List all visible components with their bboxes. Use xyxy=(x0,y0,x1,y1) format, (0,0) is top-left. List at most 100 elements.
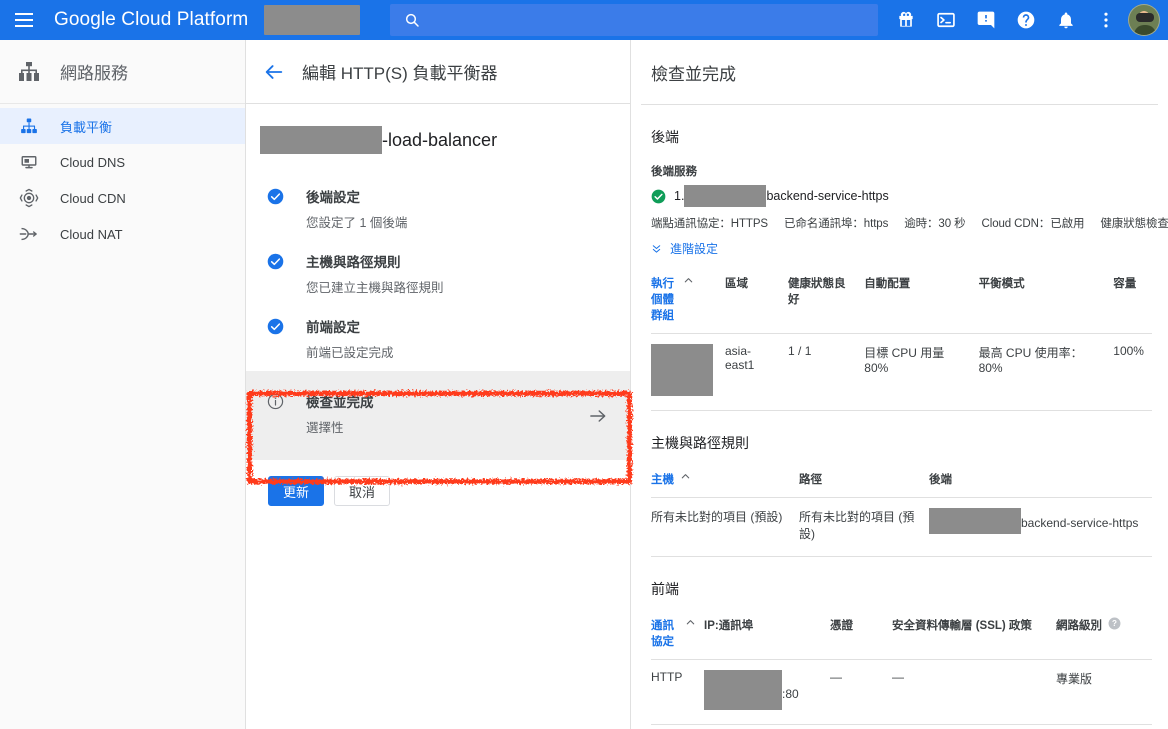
cancel-button[interactable]: 取消 xyxy=(334,476,391,506)
column-header-path[interactable]: 路徑 xyxy=(799,467,929,498)
backend-instance-group-table: 執行個體群組 區域 健康狀態良好 自動配置 平衡模式 容量 asia-east1… xyxy=(651,271,1152,411)
cell-path: 所有未比對的項目 (預設) xyxy=(799,497,929,557)
top-bar-actions xyxy=(886,0,1168,40)
column-header-region[interactable]: 區域 xyxy=(725,271,789,334)
nav-section-title: 網路服務 xyxy=(60,64,128,83)
cell-certificate xyxy=(830,724,892,729)
instance-group-redaction xyxy=(651,344,713,396)
column-header-ip-port[interactable]: IP:通訊埠 xyxy=(704,613,830,660)
nav-section-header: 網路服務 xyxy=(0,40,245,104)
ip-address-redaction xyxy=(704,670,782,710)
table-row: asia-east1 1 / 1 目標 CPU 用量 80% 最高 CPU 使用… xyxy=(651,333,1152,411)
backend-service-name: backend-service-https xyxy=(766,189,889,203)
app-root: Google Cloud Platform 網路服務 負載平衡 Cloud DN… xyxy=(0,0,1168,729)
backend-service-name-redaction xyxy=(684,185,767,207)
column-header-healthy[interactable]: 健康狀態良好 xyxy=(788,271,865,334)
column-header-network-tier[interactable]: 網路級別 ? xyxy=(1056,613,1152,660)
gift-icon[interactable] xyxy=(886,0,926,40)
help-icon[interactable] xyxy=(1006,0,1046,40)
feedback-icon[interactable] xyxy=(966,0,1006,40)
sidebar-item-load-balancing[interactable]: 負載平衡 xyxy=(0,108,245,144)
advanced-settings-label: 進階設定 xyxy=(670,242,719,256)
notifications-icon[interactable] xyxy=(1046,0,1086,40)
frontend-table: 通訊協定 IP:通訊埠 憑證 安全資料傳輸層 (SSL) 政策 網路級別 ? H… xyxy=(651,613,1152,729)
cell-healthy: 1 / 1 xyxy=(788,333,865,411)
step-title: 前端設定 xyxy=(306,320,360,335)
column-header-autoscaling[interactable]: 自動配置 xyxy=(864,271,979,334)
check-circle-icon xyxy=(260,251,290,296)
sort-asc-icon xyxy=(680,471,691,482)
column-header-ssl-policy[interactable]: 安全資料傳輸層 (SSL) 政策 xyxy=(892,613,1056,660)
top-app-bar: Google Cloud Platform xyxy=(0,0,1168,40)
step-subtitle: 您已建立主機與路徑規則 xyxy=(306,281,444,295)
step-subtitle: 前端已設定完成 xyxy=(306,346,394,360)
info-icon xyxy=(260,391,290,436)
step-subtitle: 您設定了 1 個後端 xyxy=(306,216,408,230)
cell-ssl-policy: — xyxy=(892,659,1056,725)
sidebar-item-cloud-dns[interactable]: Cloud DNS xyxy=(0,144,245,180)
cell-autoscaling: 目標 CPU 用量 80% xyxy=(864,333,979,411)
search-bar[interactable] xyxy=(390,4,878,36)
column-header-instance-group[interactable]: 執行個體群組 xyxy=(651,271,725,334)
status-ok-icon xyxy=(651,189,666,204)
column-header-capacity[interactable]: 容量 xyxy=(1113,271,1152,334)
sidebar-item-label: Cloud DNS xyxy=(60,154,126,170)
column-header-host[interactable]: 主機 xyxy=(651,467,799,498)
cell-balancing-mode: 最高 CPU 使用率：80% xyxy=(978,333,1114,411)
host-path-section-title: 主機與路徑規則 xyxy=(651,435,749,451)
sidebar-item-label: 負載平衡 xyxy=(60,119,113,135)
wizard-step-host-path-rules[interactable]: 主機與路徑規則 您已建立主機與路徑規則 xyxy=(246,241,630,306)
column-header-certificate[interactable]: 憑證 xyxy=(830,613,892,660)
wizard-steps: 後端設定 您設定了 1 個後端 主機與路徑規則 您已建立主機與路徑規則 前端設定… xyxy=(246,176,630,460)
back-arrow-icon[interactable] xyxy=(246,61,302,83)
brand-title: Google Cloud Platform xyxy=(54,9,249,30)
arrow-right-icon[interactable] xyxy=(588,406,608,426)
wizard-step-frontend-config[interactable]: 前端設定 前端已設定完成 xyxy=(246,306,630,371)
table-header-row: 通訊協定 IP:通訊埠 憑證 安全資料傳輸層 (SSL) 政策 網路級別 ? xyxy=(651,613,1152,660)
svg-text:?: ? xyxy=(1112,619,1117,628)
wizard-actions: 更新 取消 xyxy=(246,460,630,506)
cell-network-tier: 專業版 xyxy=(1056,659,1152,725)
backend-service-meta: 端點通訊協定：HTTPS 已命名通訊埠：https 逾時：30 秒 Cloud CDN… xyxy=(651,215,1168,231)
backend-name-redaction xyxy=(929,508,1021,534)
sidebar-item-cloud-nat[interactable]: Cloud NAT xyxy=(0,216,245,252)
left-navigation: 網路服務 負載平衡 Cloud DNS Cloud CDN Cloud NAT xyxy=(0,40,246,729)
dns-icon xyxy=(14,153,44,171)
edit-lb-header: 編輯 HTTP(S) 負載平衡器 xyxy=(246,40,630,104)
update-button[interactable]: 更新 xyxy=(268,476,325,506)
column-header-balancing-mode[interactable]: 平衡模式 xyxy=(978,271,1114,334)
advanced-settings-link[interactable]: 進階設定 xyxy=(651,240,1152,257)
step-title: 主機與路徑規則 xyxy=(306,255,401,270)
review-panel: 檢查並完成 後端 後端服務 1. backend-service-https 端… xyxy=(631,40,1168,729)
table-row: HTTP :80 — — 專業版 xyxy=(651,659,1152,725)
cell-host: 所有未比對的項目 (預設) xyxy=(651,497,799,557)
column-label: 網路級別 xyxy=(1056,620,1102,632)
menu-icon[interactable] xyxy=(0,0,48,40)
cloud-shell-icon[interactable] xyxy=(926,0,966,40)
cell-certificate: — xyxy=(830,659,892,725)
sort-asc-icon xyxy=(683,275,694,286)
cell-capacity: 100% xyxy=(1113,333,1152,411)
project-name-redaction xyxy=(264,5,361,35)
cell-protocol: HTTP xyxy=(651,659,704,725)
step-title: 後端設定 xyxy=(306,190,360,205)
network-services-icon xyxy=(14,60,44,84)
backend-service-label: 後端服務 xyxy=(651,166,697,178)
more-vert-icon[interactable] xyxy=(1086,0,1126,40)
cell-protocol: HTTPS xyxy=(651,724,704,729)
meta-cloud-cdn: Cloud CDN：已啟用 xyxy=(981,218,1085,230)
avatar[interactable] xyxy=(1128,4,1160,36)
page-title: 編輯 HTTP(S) 負載平衡器 xyxy=(302,64,498,83)
help-icon[interactable]: ? xyxy=(1108,617,1121,630)
lb-name-suffix: -load-balancer xyxy=(382,129,498,150)
wizard-step-backend-config[interactable]: 後端設定 您設定了 1 個後端 xyxy=(246,176,630,241)
column-header-protocol[interactable]: 通訊協定 xyxy=(651,613,704,660)
sidebar-item-cloud-cdn[interactable]: Cloud CDN xyxy=(0,180,245,216)
cell-backend: backend-service-https xyxy=(929,497,1152,557)
step-title: 檢查並完成 xyxy=(306,395,374,410)
cdn-icon xyxy=(14,188,44,208)
wizard-step-review-and-finalize[interactable]: 檢查並完成 選擇性 xyxy=(246,371,630,460)
edit-lb-panel: 編輯 HTTP(S) 負載平衡器 -load-balancer 後端設定 您設定… xyxy=(246,40,631,729)
search-input[interactable] xyxy=(420,12,878,28)
column-header-backend[interactable]: 後端 xyxy=(929,467,1152,498)
